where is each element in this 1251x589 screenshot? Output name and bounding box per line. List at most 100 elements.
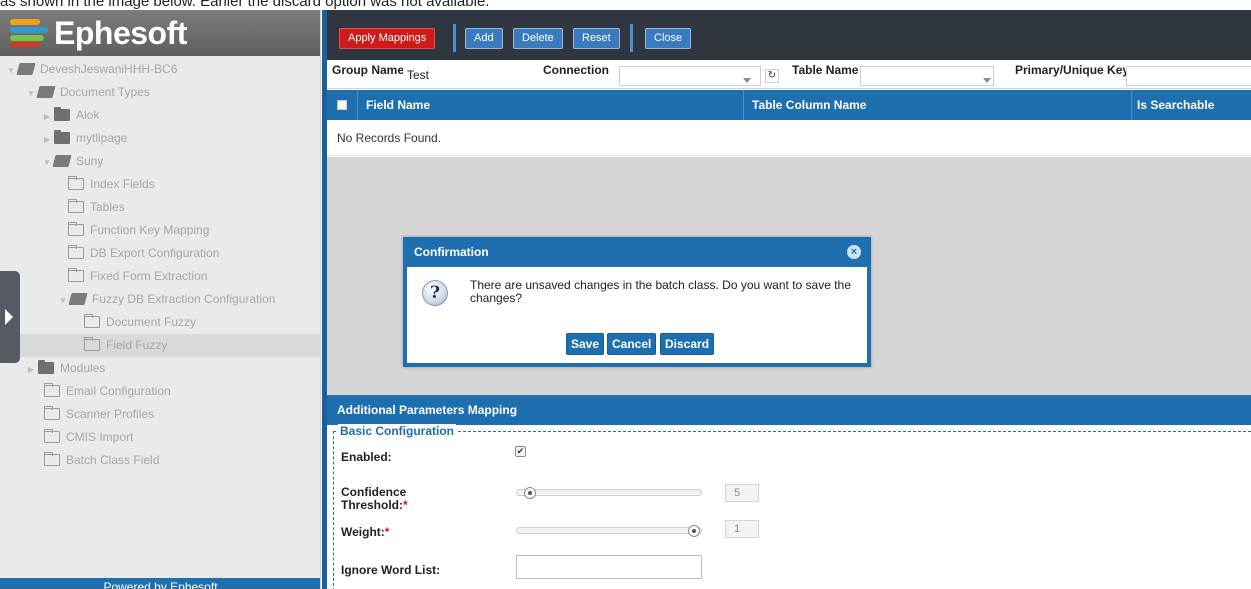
weight-slider[interactable]	[516, 527, 702, 534]
tree-item-function-key-mapping[interactable]: Function Key Mapping	[66, 219, 209, 242]
weight-value: 1	[725, 520, 759, 538]
chevron-down-icon[interactable]	[743, 78, 751, 83]
confidence-threshold-label: Confidence Threshold:*	[341, 485, 408, 512]
column-header-is-searchable[interactable]: Is Searchable	[1137, 90, 1214, 120]
collapse-arrow-icon[interactable]: ▶	[42, 128, 52, 151]
weight-label: Weight:*	[341, 525, 390, 539]
dialog-message: There are unsaved changes in the batch c…	[470, 278, 851, 305]
group-name-input[interactable]: Test	[403, 66, 543, 86]
toolbar-separator	[630, 24, 633, 52]
primary-key-select[interactable]	[1126, 66, 1251, 86]
collapse-arrow-icon[interactable]: ▶	[26, 358, 36, 381]
tree-item-email-configuration[interactable]: Email Configuration	[42, 380, 171, 403]
dialog-title: Confirmation	[414, 245, 489, 259]
filter-row: Group Name Test Connection ↻ Table Name …	[327, 61, 1251, 89]
powered-by-footer: Powered by Ephesoft	[0, 578, 320, 589]
tree-item-field-fuzzy[interactable]: Field Fuzzy	[20, 334, 320, 357]
column-divider	[357, 90, 358, 120]
column-header-table-column-name[interactable]: Table Column Name	[752, 90, 866, 120]
folder-open-icon	[36, 86, 56, 98]
connection-select[interactable]	[619, 66, 761, 86]
folder-outline-icon	[43, 451, 60, 466]
tree-item-mytlipage[interactable]: ▶ mytlipage	[42, 127, 127, 150]
chevron-down-icon[interactable]	[983, 78, 991, 83]
folder-open-icon	[68, 293, 88, 305]
folder-outline-icon	[43, 428, 60, 443]
column-divider	[1131, 90, 1132, 120]
tree-item-alok[interactable]: ▶ Alok	[42, 104, 99, 127]
confidence-threshold-value: 5	[725, 484, 759, 502]
refresh-icon[interactable]: ↻	[765, 69, 779, 83]
folder-outline-icon	[83, 313, 100, 328]
apply-mappings-button[interactable]: Apply Mappings	[339, 28, 436, 49]
sidebar: Ephesoft ▼ DeveshJeswaniHHH-BC6 ▼ Document…	[0, 10, 321, 589]
save-button[interactable]: Save	[566, 333, 605, 355]
logo-text: Ephesoft	[54, 15, 187, 51]
enabled-label: Enabled:	[341, 450, 392, 464]
tree-item-cmis-import[interactable]: CMIS Import	[42, 426, 133, 449]
confidence-threshold-slider[interactable]	[516, 489, 702, 496]
table-name-select[interactable]	[860, 66, 994, 86]
add-button[interactable]: Add	[465, 28, 503, 49]
reset-button[interactable]: Reset	[573, 28, 620, 49]
folder-outline-icon	[43, 382, 60, 397]
folder-outline-icon	[67, 267, 84, 282]
basic-configuration-fieldset	[333, 431, 1251, 589]
folder-outline-icon	[83, 336, 100, 351]
tree-item-document-fuzzy[interactable]: Document Fuzzy	[82, 311, 196, 334]
discard-button[interactable]: Discard	[660, 333, 715, 355]
page-caption: as shown in the image below. Earlier the…	[0, 0, 490, 9]
confidence-slider-handle[interactable]	[524, 487, 536, 499]
tree-item-root[interactable]: ▼ DeveshJeswaniHHH-BC6	[6, 58, 177, 81]
tree-item-suny[interactable]: ▼ Suny	[42, 150, 103, 173]
fieldset-legend: Basic Configuration	[338, 424, 457, 438]
close-button[interactable]: Close	[645, 28, 692, 49]
expand-right-icon	[5, 309, 13, 325]
tree-item-batch-class-field[interactable]: Batch Class Field	[42, 449, 159, 472]
tree-item-document-types[interactable]: ▼ Document Types	[26, 81, 150, 104]
folder-icon	[54, 107, 70, 121]
folder-open-icon	[16, 63, 36, 75]
close-icon[interactable]: ×	[847, 245, 861, 259]
folder-icon	[54, 130, 70, 144]
weight-slider-handle[interactable]	[688, 525, 700, 537]
expand-arrow-icon[interactable]: ▼	[42, 151, 52, 174]
column-header-field-name[interactable]: Field Name	[366, 90, 430, 120]
tree-item-index-fields[interactable]: Index Fields	[66, 173, 155, 196]
toolbar-separator	[453, 24, 456, 52]
tree-item-tables[interactable]: Tables	[66, 196, 125, 219]
logo-bar: Ephesoft	[0, 10, 320, 56]
expand-arrow-icon[interactable]: ▼	[6, 59, 16, 82]
select-all-checkbox[interactable]	[337, 100, 347, 110]
confirmation-dialog: Confirmation × ? There are unsaved chang…	[403, 237, 871, 367]
delete-button[interactable]: Delete	[513, 28, 563, 49]
connection-label: Connection	[543, 63, 609, 77]
expand-arrow-icon[interactable]: ▼	[58, 289, 68, 312]
empty-grid-message: No Records Found.	[327, 120, 1251, 156]
column-divider	[743, 90, 744, 120]
table-name-label: Table Name	[792, 63, 859, 77]
question-icon: ?	[422, 280, 448, 306]
tree-item-scanner-profiles[interactable]: Scanner Profiles	[42, 403, 154, 426]
tree-item-db-export-configuration[interactable]: DB Export Configuration	[66, 242, 219, 265]
tree-item-modules[interactable]: ▶ Modules	[26, 357, 105, 380]
collapse-arrow-icon[interactable]: ▶	[42, 105, 52, 128]
tree-item-fuzzy-db-extraction-configuration[interactable]: ▼ Fuzzy DB Extraction Configuration	[58, 288, 275, 311]
toolbar: Apply Mappings Add Delete Reset Close	[327, 10, 1251, 60]
tree-item-fixed-form-extraction[interactable]: Fixed Form Extraction	[66, 265, 207, 288]
dialog-header: Confirmation ×	[403, 237, 871, 267]
grid-header: Field Name Table Column Name Is Searchab…	[327, 90, 1251, 120]
expand-arrow-icon[interactable]: ▼	[26, 82, 36, 105]
ignore-word-list-input[interactable]	[516, 555, 702, 579]
group-name-label: Group Name	[332, 63, 405, 77]
enabled-checkbox[interactable]: ✔	[515, 446, 526, 457]
folder-open-icon	[52, 155, 72, 167]
folder-outline-icon	[67, 244, 84, 259]
section-title: Additional Parameters Mapping	[327, 395, 1251, 425]
folder-outline-icon	[67, 175, 84, 190]
folder-outline-icon	[67, 221, 84, 236]
cancel-button[interactable]: Cancel	[607, 333, 657, 355]
sidebar-toggle[interactable]	[0, 271, 20, 363]
folder-outline-icon	[43, 405, 60, 420]
ephesoft-logo-icon	[10, 19, 50, 47]
